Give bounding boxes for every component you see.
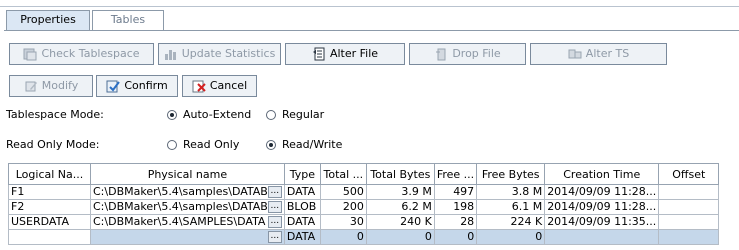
modify-button[interactable]: Modify xyxy=(9,75,93,97)
cell-type[interactable]: DATA xyxy=(283,184,321,200)
cell-creation-time xyxy=(544,229,660,245)
cell-free-bytes: 3.8 M xyxy=(476,184,546,200)
column-header-free-bytes[interactable]: Free Bytes xyxy=(476,163,546,185)
top-border xyxy=(0,6,739,7)
cell-physical-name[interactable]: C:\DBMaker\5.4\samples\DATAB... xyxy=(90,184,285,200)
cell-offset[interactable] xyxy=(658,229,720,245)
alter-ts-button[interactable]: Alter TS xyxy=(530,43,667,65)
cell-offset[interactable] xyxy=(658,214,720,230)
browse-button[interactable]: ... xyxy=(267,201,282,213)
radio-regular-label: Regular xyxy=(282,108,325,121)
cell-total[interactable]: 30 xyxy=(319,214,367,230)
statistics-chart-icon xyxy=(164,50,176,60)
radio-read-write[interactable]: Read/Write xyxy=(266,138,342,151)
cell-logical-name[interactable]: USERDATA xyxy=(8,214,91,230)
cell-creation-time: 2014/09/09 11:28... xyxy=(544,184,660,200)
cell-physical-name-text: C:\DBMaker\5.4\samples\DATAB xyxy=(93,185,268,199)
alter-file-icon xyxy=(312,47,325,61)
tab-properties[interactable]: Properties xyxy=(6,10,90,30)
modify-pencil-icon xyxy=(25,81,37,92)
browse-button[interactable]: ... xyxy=(267,231,282,243)
cancel-x-icon xyxy=(192,80,206,93)
cell-total[interactable]: 500 xyxy=(319,184,367,200)
column-header-type[interactable]: Type xyxy=(283,163,321,185)
alter-file-label: Alter File xyxy=(329,47,379,60)
radio-read-write-label: Read/Write xyxy=(282,138,343,151)
drop-file-icon xyxy=(436,48,446,61)
cell-creation-time: 2014/09/09 11:28... xyxy=(544,199,660,215)
column-header-creation-time[interactable]: Creation Time xyxy=(544,163,660,185)
cell-physical-name-text: C:\DBMaker\5.4\SAMPLES\DATA xyxy=(93,215,266,229)
table-row[interactable]: F1 C:\DBMaker\5.4\samples\DATAB... DATA … xyxy=(8,184,720,200)
column-header-physical-name[interactable]: Physical name xyxy=(90,163,285,185)
cell-offset[interactable] xyxy=(658,199,720,215)
browse-button[interactable]: ... xyxy=(267,216,282,228)
table-row-new[interactable]: ... DATA 0 0 0 0 xyxy=(8,229,720,245)
column-header-total[interactable]: Total ... xyxy=(319,163,367,185)
confirm-label: Confirm xyxy=(124,79,168,92)
update-statistics-button[interactable]: Update Statistics xyxy=(158,43,281,65)
cancel-button[interactable]: Cancel xyxy=(182,75,257,97)
cell-free: 0 xyxy=(433,229,478,245)
table-row[interactable]: F2 C:\DBMaker\5.4\samples\DATAB... BLOB … xyxy=(8,199,720,215)
radio-auto-extend[interactable]: Auto-Extend xyxy=(167,108,251,121)
tablespace-mode-label: Tablespace Mode: xyxy=(6,108,104,121)
cell-total-bytes: 0 xyxy=(365,229,435,245)
check-tablespace-button[interactable]: Check Tablespace xyxy=(9,43,154,65)
alter-ts-label: Alter TS xyxy=(585,47,630,60)
cell-type[interactable]: BLOB xyxy=(283,199,321,215)
cell-free: 497 xyxy=(433,184,478,200)
cell-free-bytes: 224 K xyxy=(476,214,546,230)
radio-read-only-label: Read Only xyxy=(183,138,240,151)
cell-total[interactable]: 0 xyxy=(319,229,367,245)
radio-dot xyxy=(266,109,276,120)
tab-tables[interactable]: Tables xyxy=(92,10,164,30)
cell-free-bytes: 6.1 M xyxy=(476,199,546,215)
cell-type[interactable]: DATA xyxy=(283,229,321,245)
cell-free-bytes: 0 xyxy=(476,229,546,245)
drop-file-label: Drop File xyxy=(452,47,501,60)
confirm-button[interactable]: Confirm xyxy=(96,75,178,97)
cell-creation-time: 2014/09/09 11:35... xyxy=(544,214,660,230)
radio-auto-extend-label: Auto-Extend xyxy=(183,108,252,121)
radio-regular[interactable]: Regular xyxy=(266,108,324,121)
cell-type[interactable]: DATA xyxy=(283,214,321,230)
cell-total-bytes: 240 K xyxy=(365,214,435,230)
file-table: Logical Na... Physical name Type Total .… xyxy=(8,163,720,245)
cell-logical-name[interactable]: F1 xyxy=(8,184,91,200)
browse-button[interactable]: ... xyxy=(267,186,282,198)
check-tablespace-label: Check Tablespace xyxy=(41,47,140,60)
drop-file-button[interactable]: Drop File xyxy=(409,43,526,65)
cell-total-bytes: 3.9 M xyxy=(365,184,435,200)
cell-total-bytes: 6.2 M xyxy=(365,199,435,215)
column-header-total-bytes[interactable]: Total Bytes xyxy=(365,163,435,185)
cell-free: 198 xyxy=(433,199,478,215)
cell-offset[interactable] xyxy=(658,184,720,200)
column-header-offset[interactable]: Offset xyxy=(658,163,720,185)
column-header-logical-name[interactable]: Logical Na... xyxy=(8,163,91,185)
cell-logical-name[interactable]: F2 xyxy=(8,199,91,215)
cell-physical-name[interactable]: C:\DBMaker\5.4\SAMPLES\DATA... xyxy=(90,214,285,230)
modify-label: Modify xyxy=(41,79,79,92)
radio-dot-selected xyxy=(167,109,177,120)
cell-physical-name[interactable]: ... xyxy=(90,229,285,245)
cell-physical-name-text: C:\DBMaker\5.4\samples\DATAB xyxy=(93,200,268,214)
confirm-check-icon xyxy=(106,80,121,93)
cell-logical-name-input[interactable] xyxy=(8,229,91,245)
column-header-free[interactable]: Free ... xyxy=(433,163,478,185)
cancel-label: Cancel xyxy=(209,79,248,92)
cell-physical-name[interactable]: C:\DBMaker\5.4\samples\DATAB... xyxy=(90,199,285,215)
radio-dot-selected xyxy=(266,139,276,150)
radio-dot xyxy=(167,139,177,150)
table-header-row: Logical Na... Physical name Type Total .… xyxy=(8,163,720,185)
alter-ts-icon xyxy=(568,49,582,59)
radio-read-only[interactable]: Read Only xyxy=(167,138,239,151)
check-tablespace-icon xyxy=(23,48,37,61)
alter-file-button[interactable]: Alter File xyxy=(285,43,405,65)
cell-free: 28 xyxy=(433,214,478,230)
read-only-mode-label: Read Only Mode: xyxy=(6,138,100,151)
cell-total[interactable]: 200 xyxy=(319,199,367,215)
update-statistics-label: Update Statistics xyxy=(181,47,276,60)
table-row[interactable]: USERDATA C:\DBMaker\5.4\SAMPLES\DATA... … xyxy=(8,214,720,230)
